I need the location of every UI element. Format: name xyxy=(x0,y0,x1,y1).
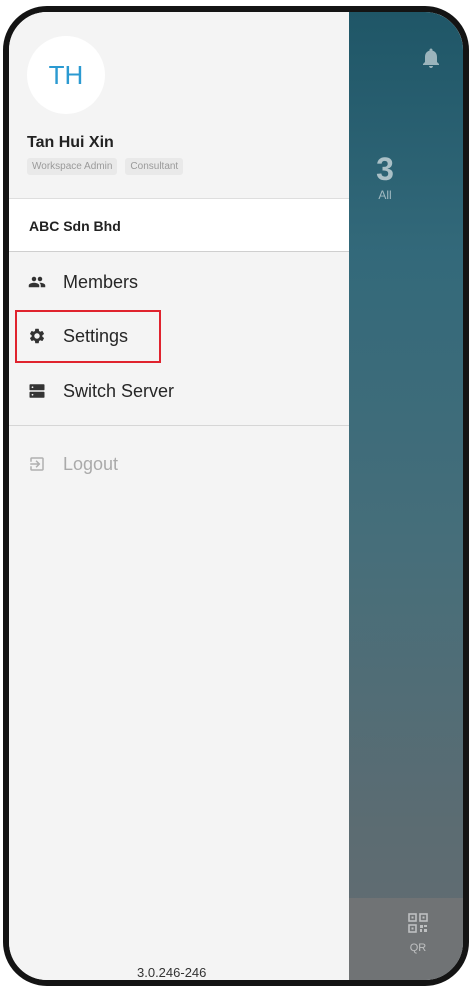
avatar[interactable]: TH xyxy=(27,36,105,114)
count-value: 3 xyxy=(376,151,394,187)
menu-item-settings[interactable]: Settings xyxy=(9,310,349,362)
menu-item-logout-label: Logout xyxy=(63,453,119,474)
user-name: Tan Hui Xin xyxy=(27,134,114,151)
phone-frame: 3 All QR TH Tan Hui Xin Workspace Admin … xyxy=(3,6,469,986)
role-badge-workspace-admin: Workspace Admin xyxy=(27,158,118,175)
menu-item-switch-server-label: Switch Server xyxy=(63,380,175,401)
qr-code-icon xyxy=(406,913,430,939)
role-badge-consultant: Consultant xyxy=(125,158,184,175)
menu-item-switch-server[interactable]: Switch Server xyxy=(9,365,349,417)
qr-button[interactable]: QR xyxy=(401,911,435,954)
gear-icon xyxy=(27,326,47,346)
qr-label: QR xyxy=(409,942,427,954)
menu-item-members-label: Members xyxy=(63,271,139,292)
workspace-selector[interactable]: ABC Sdn Bhd xyxy=(9,198,349,252)
navigation-drawer: TH Tan Hui Xin Workspace Admin Consultan… xyxy=(9,12,349,980)
menu-item-members[interactable]: Members xyxy=(9,256,349,308)
logout-icon xyxy=(27,454,47,474)
menu-item-settings-label: Settings xyxy=(63,325,129,346)
people-icon xyxy=(27,272,47,292)
bell-icon[interactable] xyxy=(419,46,443,70)
server-icon xyxy=(27,381,47,401)
count-summary[interactable]: 3 All xyxy=(355,152,415,202)
user-roles: Workspace Admin Consultant xyxy=(27,158,184,175)
menu-divider xyxy=(9,425,349,426)
menu-item-logout[interactable]: Logout xyxy=(9,438,349,490)
app-version: 3.0.246-246 xyxy=(137,965,207,980)
count-label: All xyxy=(378,188,392,202)
